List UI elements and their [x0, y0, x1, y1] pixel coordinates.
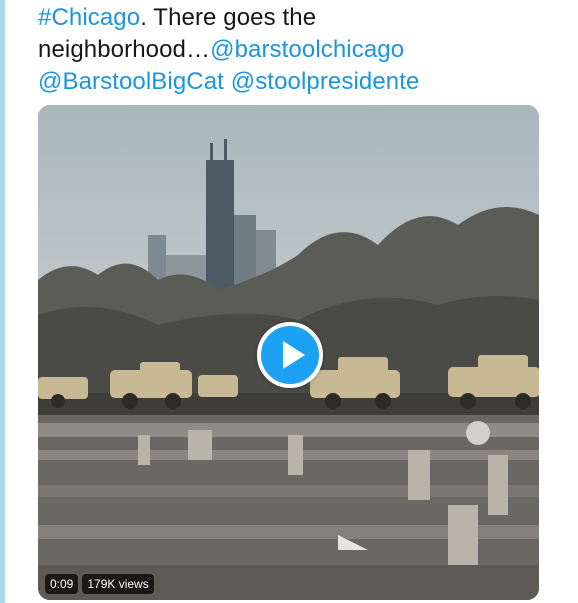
mention-barstoolchicago[interactable]: @barstoolchicago [210, 36, 404, 63]
video-views: 179K views [82, 574, 154, 594]
mention-stoolpresidente[interactable]: @stoolpresidente [231, 68, 420, 95]
video-duration: 0:09 [45, 574, 79, 594]
tweet-text-part: neighborhood… [38, 36, 211, 63]
tweet-text-part: . There goes the [140, 4, 317, 31]
play-button[interactable] [257, 322, 323, 388]
tweet-text: #Chicago. There goes the neighborhood…@b… [38, 2, 558, 98]
video-info-overlay: 0:09 179K views [45, 574, 154, 594]
thread-line [0, 0, 5, 603]
video-player[interactable]: 0:09 179K views [38, 105, 539, 600]
hashtag-chicago[interactable]: #Chicago [38, 4, 140, 31]
mention-barstoolbigcat[interactable]: @BarstoolBigCat [38, 68, 224, 95]
play-icon [283, 341, 305, 369]
